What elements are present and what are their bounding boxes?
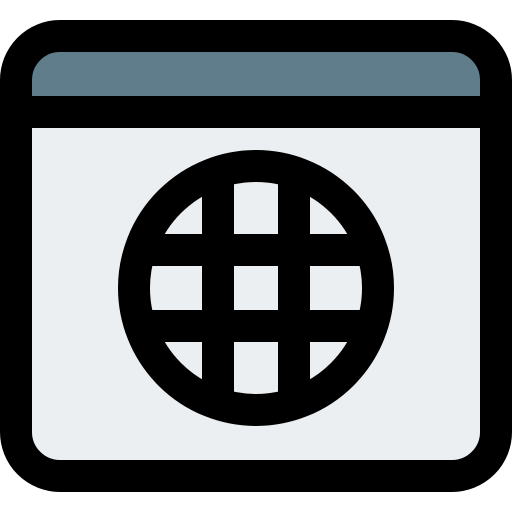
- browser-globe-icon: [0, 20, 512, 492]
- icon-canvas: [0, 0, 512, 512]
